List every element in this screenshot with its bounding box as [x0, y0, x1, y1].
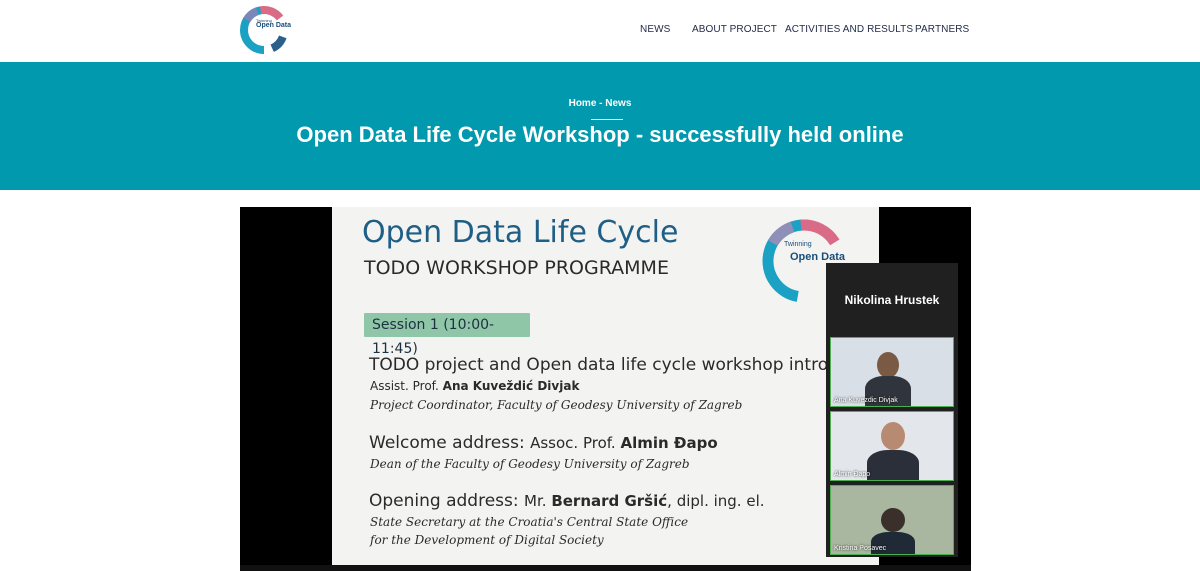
agenda-item-2-role: Dean of the Faculty of Geodesy Universit…	[370, 457, 690, 471]
agenda-item-3-heading: Opening address: Mr. Bernard Gršić, dipl…	[369, 491, 765, 511]
slide-title: Open Data Life Cycle	[362, 215, 679, 250]
agenda-item-3-role-line2: for the Development of Digital Society	[370, 533, 604, 547]
video-control-bar[interactable]	[240, 565, 971, 571]
agenda-item-1-heading: TODO project and Open data life cycle wo…	[369, 355, 871, 375]
breadcrumb-divider	[591, 119, 623, 120]
nav-item-news[interactable]: NEWS	[640, 24, 670, 35]
active-speaker-name: Nikolina Hrustek	[844, 293, 940, 307]
page-hero: Home - News Open Data Life Cycle Worksho…	[0, 62, 1200, 190]
agenda-item-3-role: State Secretary at the Croatia's Central…	[370, 515, 689, 529]
session-badge: Session 1 (10:00-11:45)	[364, 313, 530, 357]
presentation-slide: Open Data Life Cycle TODO WORKSHOP PROGR…	[332, 207, 879, 571]
participant-name: Ana Kuvezdic Divjak	[834, 397, 898, 404]
nav-item-partners[interactable]: PARTNERS	[915, 24, 969, 35]
slide-logo-text-twinning: Twinning	[784, 241, 812, 248]
participant-thumb: Ana Kuvezdic Divjak	[830, 337, 954, 407]
agenda-item-2-heading: Welcome address: Assoc. Prof. Almin Đapo	[369, 433, 718, 453]
participant-thumb: Kristina Posavec	[830, 485, 954, 555]
nav-item-activities-and-results[interactable]: ACTIVITIES AND RESULTS	[785, 24, 913, 35]
todo-logo[interactable]	[238, 4, 290, 56]
participant-thumb: Almin Đapo	[830, 411, 954, 481]
slide-subtitle: TODO WORKSHOP PROGRAMME	[364, 257, 669, 279]
breadcrumb[interactable]: Home - News	[0, 98, 1200, 109]
site-header: Twinning Open Data NEWS ABOUT PROJECT AC…	[0, 0, 1200, 62]
participant-name: Almin Đapo	[834, 471, 871, 478]
participants-panel: Nikolina Hrustek Ana Kuvezdic Divjak Alm…	[826, 263, 958, 557]
nav-item-about-project[interactable]: ABOUT PROJECT	[692, 24, 777, 35]
participant-name: Kristina Posavec	[834, 545, 887, 552]
article-video[interactable]: Open Data Life Cycle TODO WORKSHOP PROGR…	[240, 207, 971, 571]
slide-logo-text-open-data: Open Data	[790, 251, 846, 263]
agenda-item-1-role: Project Coordinator, Faculty of Geodesy …	[370, 398, 743, 412]
logo-text-open-data: Open Data	[256, 22, 292, 29]
page-title: Open Data Life Cycle Workshop - successf…	[296, 122, 904, 147]
agenda-item-1-speaker: Assist. Prof. Ana Kuveždić Divjak	[370, 379, 580, 393]
